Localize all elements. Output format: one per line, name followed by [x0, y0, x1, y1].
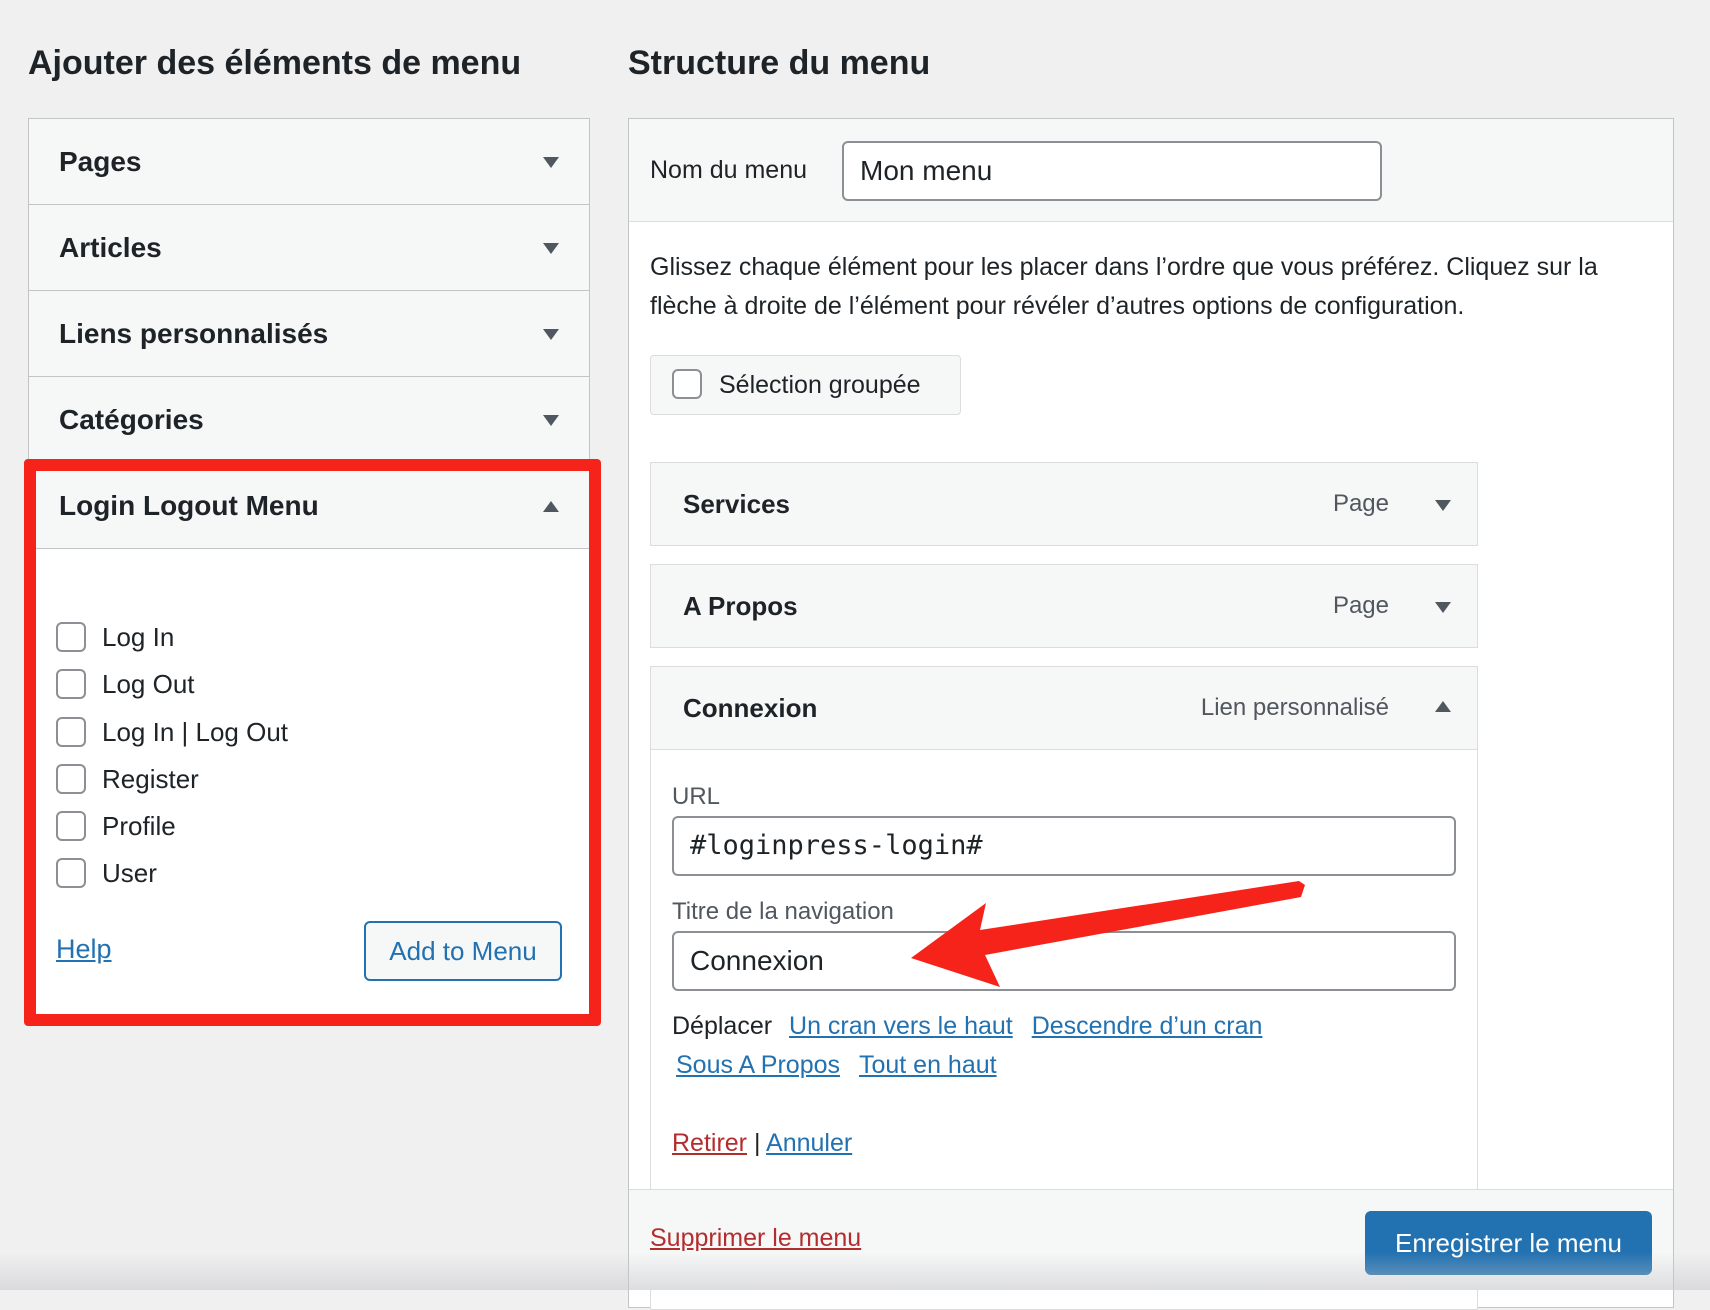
checkbox[interactable]	[56, 858, 86, 888]
move-under-link[interactable]: Sous A Propos	[676, 1051, 840, 1079]
menu-item-a-propos[interactable]: A Propos Page	[650, 564, 1478, 648]
move-down-link[interactable]: Descendre d’un cran	[1032, 1012, 1263, 1040]
login-logout-header[interactable]: Login Logout Menu	[28, 462, 590, 549]
delete-menu-link[interactable]: Supprimer le menu	[650, 1224, 861, 1253]
accordion-articles-label: Articles	[59, 232, 162, 263]
url-value: #loginpress-login#	[690, 830, 983, 861]
option-label: Log Out	[102, 668, 195, 699]
option-log-in[interactable]: Log In	[56, 620, 174, 654]
menu-item-services[interactable]: Services Page	[650, 462, 1478, 546]
cancel-link[interactable]: Annuler	[766, 1129, 852, 1157]
menu-name-input[interactable]: Mon menu	[842, 141, 1382, 201]
bulk-select-checkbox[interactable]	[672, 369, 702, 399]
add-to-menu-button[interactable]: Add to Menu	[364, 921, 562, 981]
instructions-text: Glissez chaque élément pour les placer d…	[650, 253, 1598, 320]
menu-item-type: Lien personnalisé	[1200, 694, 1389, 721]
checkbox[interactable]	[56, 811, 86, 841]
bulk-select-label: Sélection groupée	[719, 371, 921, 399]
accordion-pages-label: Pages	[59, 146, 142, 177]
help-link[interactable]: Help	[56, 934, 112, 965]
move-top-link[interactable]: Tout en haut	[859, 1051, 997, 1079]
chevron-down-icon[interactable]	[543, 329, 559, 340]
checkbox[interactable]	[56, 717, 86, 747]
accordion-pages[interactable]: Pages	[28, 118, 590, 205]
chevron-up-icon[interactable]	[1435, 701, 1451, 712]
arrow-icon	[911, 881, 1305, 987]
accordion-custom-links-label: Liens personnalisés	[59, 318, 329, 349]
separator: |	[753, 1129, 761, 1157]
move-row-2: Sous A Propos Tout en haut	[676, 1051, 997, 1080]
chevron-down-icon[interactable]	[543, 243, 559, 254]
option-label: Register	[102, 763, 199, 794]
url-input[interactable]: #loginpress-login#	[672, 816, 1456, 876]
menu-item-title: Connexion	[683, 693, 818, 723]
nav-title-label: Titre de la navigation	[672, 898, 894, 925]
bottom-shadow	[0, 1252, 1710, 1290]
accordion-categories-label: Catégories	[59, 404, 204, 435]
accordion-categories[interactable]: Catégories	[28, 376, 590, 463]
chevron-down-icon[interactable]	[543, 415, 559, 426]
move-up-link[interactable]: Un cran vers le haut	[789, 1012, 1013, 1040]
checkbox[interactable]	[56, 764, 86, 794]
add-menu-items-heading: Ajouter des éléments de menu	[28, 44, 522, 82]
menu-item-title: A Propos	[683, 591, 798, 621]
move-row: Déplacer Un cran vers le haut Descendre …	[672, 1012, 1262, 1041]
option-log-in-log-out[interactable]: Log In | Log Out	[56, 715, 288, 749]
accordion-custom-links[interactable]: Liens personnalisés	[28, 290, 590, 377]
accordion-articles[interactable]: Articles	[28, 204, 590, 291]
nav-title-value: Connexion	[690, 945, 824, 976]
option-register[interactable]: Register	[56, 762, 199, 796]
option-user[interactable]: User	[56, 856, 157, 890]
remove-link[interactable]: Retirer	[672, 1129, 747, 1157]
menu-name-value: Mon menu	[860, 155, 993, 186]
chevron-down-icon[interactable]	[1435, 602, 1451, 613]
option-profile[interactable]: Profile	[56, 809, 176, 843]
menu-name-label: Nom du menu	[650, 156, 808, 184]
menu-item-title: Services	[683, 489, 790, 519]
login-logout-title: Login Logout Menu	[59, 490, 319, 521]
menu-item-connexion[interactable]: Connexion Lien personnalisé	[650, 666, 1478, 750]
move-label: Déplacer	[672, 1012, 773, 1040]
menu-structure-heading: Structure du menu	[628, 44, 931, 82]
option-label: Log In | Log Out	[102, 716, 288, 747]
option-label: User	[102, 857, 157, 888]
option-log-out[interactable]: Log Out	[56, 667, 195, 701]
menu-item-type: Page	[1332, 592, 1389, 619]
chevron-down-icon[interactable]	[543, 157, 559, 168]
chevron-down-icon[interactable]	[1435, 500, 1451, 511]
checkbox[interactable]	[56, 622, 86, 652]
checkbox[interactable]	[56, 669, 86, 699]
chevron-up-icon[interactable]	[543, 501, 559, 512]
option-label: Log In	[102, 621, 175, 652]
url-label: URL	[672, 783, 721, 810]
menu-item-type: Page	[1332, 490, 1389, 517]
item-actions: Retirer | Annuler	[672, 1129, 852, 1158]
bulk-select-box[interactable]: Sélection groupée	[650, 355, 961, 415]
option-label: Profile	[102, 810, 176, 841]
